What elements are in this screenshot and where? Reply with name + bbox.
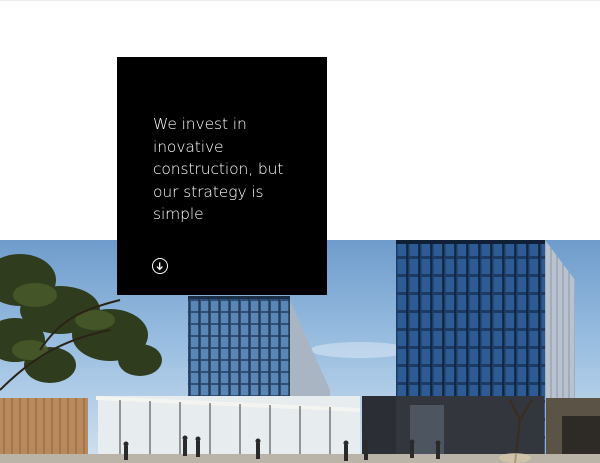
- scroll-down-button[interactable]: [152, 258, 168, 274]
- arrow-down-circle-icon: [156, 262, 163, 271]
- header-divider: [0, 0, 600, 1]
- hero-heading: We invest in inovative construction, but…: [153, 115, 284, 223]
- intro-card: We invest in inovative construction, but…: [117, 57, 327, 295]
